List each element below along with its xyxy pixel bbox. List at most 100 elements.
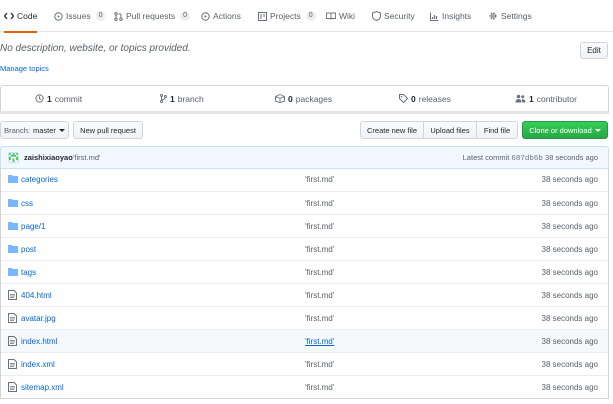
tab-actions[interactable]: Actions (200, 0, 241, 32)
tab-label: Code (17, 10, 38, 21)
file-commit-message[interactable]: 'first.md' (305, 268, 334, 277)
file-name[interactable]: sitemap.xml (21, 383, 64, 392)
folder-icon (8, 221, 18, 231)
commit-sha[interactable]: 687db6b (511, 155, 543, 163)
file-commit-message[interactable]: 'first.md' (305, 291, 334, 300)
file-age: 38 seconds ago (541, 382, 599, 392)
file-commit-message[interactable]: 'first.md' (305, 314, 334, 323)
commit-tease: zaishixiaoyao 'first.md' Latest commit 6… (0, 146, 609, 169)
file-row[interactable]: avatar.jpg 'first.md' 38 seconds ago (1, 306, 608, 329)
numbers-summary: 1 commit 1 branch 0 packages 0 releases … (0, 85, 609, 112)
file-row[interactable]: css 'first.md' 38 seconds ago (1, 191, 608, 214)
package-count: 0 (288, 93, 293, 104)
file-row[interactable]: page/1 'first.md' 38 seconds ago (1, 214, 608, 237)
tab-wiki[interactable]: Wiki (326, 0, 355, 32)
new-pull-request-button[interactable]: New pull request (73, 121, 143, 139)
file-name[interactable]: index.xml (21, 360, 55, 369)
tag-icon (399, 94, 408, 103)
graph-icon (429, 11, 439, 21)
file-age: 38 seconds ago (541, 198, 599, 208)
file-age: 38 seconds ago (541, 221, 599, 231)
tab-issues[interactable]: Issues 0 (53, 0, 106, 32)
commit-message[interactable]: 'first.md' (73, 153, 100, 162)
file-age: 38 seconds ago (541, 336, 599, 346)
tab-label: Projects (270, 11, 301, 21)
folder-icon (8, 267, 18, 277)
tab-label: Pull requests (126, 11, 176, 21)
file-icon (8, 359, 18, 369)
file-row[interactable]: post 'first.md' 38 seconds ago (1, 237, 608, 260)
file-name[interactable]: 404.html (21, 291, 52, 300)
file-icon (8, 382, 18, 392)
manage-topics-link[interactable]: Manage topics (0, 64, 49, 73)
folder-icon (8, 198, 18, 208)
file-row[interactable]: sitemap.xml 'first.md' 38 seconds ago (1, 375, 608, 398)
clone-download-button[interactable]: Clone or download (522, 121, 608, 139)
chevron-down-icon (58, 128, 65, 132)
file-age: 38 seconds ago (541, 175, 599, 184)
clone-label: Clone or download (529, 125, 592, 135)
tab-insights[interactable]: Insights (429, 0, 471, 32)
tab-label: Insights (442, 11, 472, 21)
shield-icon (371, 11, 381, 21)
tab-label: Actions (213, 11, 241, 21)
file-commit-message[interactable]: 'first.md' (305, 337, 334, 346)
tab-settings[interactable]: Settings (488, 0, 532, 32)
file-commit-message[interactable]: 'first.md' (305, 383, 334, 392)
packages-link[interactable]: 0 packages (275, 86, 332, 111)
tab-code[interactable]: Code (4, 0, 38, 33)
gear-icon (488, 11, 498, 21)
chevron-down-icon (594, 128, 601, 132)
avatar[interactable] (8, 152, 19, 163)
file-name[interactable]: tags (21, 268, 36, 277)
tab-projects[interactable]: Projects 0 (257, 0, 316, 32)
tab-counter: 0 (305, 11, 316, 21)
file-name[interactable]: categories (21, 175, 58, 184)
tab-counter: 0 (95, 11, 106, 21)
find-file-button[interactable]: Find file (476, 121, 518, 139)
file-row[interactable]: tags 'first.md' 38 seconds ago (1, 260, 608, 283)
people-icon (515, 94, 526, 103)
branch-select-button[interactable]: Branch: master (0, 121, 69, 139)
folder-icon (8, 174, 18, 184)
file-age: 38 seconds ago (541, 313, 599, 323)
file-name[interactable]: css (21, 199, 33, 208)
file-icon (8, 336, 18, 346)
file-row[interactable]: 404.html 'first.md' 38 seconds ago (1, 283, 608, 306)
file-list: categories 'first.md' 38 seconds ago css… (0, 168, 609, 399)
contributors-link[interactable]: 1 contributor (515, 86, 577, 111)
file-name[interactable]: avatar.jpg (21, 314, 56, 323)
tab-pull-requests[interactable]: Pull requests 0 (113, 0, 191, 32)
releases-link[interactable]: 0 releases (399, 86, 451, 111)
file-name[interactable]: post (21, 245, 36, 254)
commit-author[interactable]: zaishixiaoyao (24, 153, 73, 162)
commits-link[interactable]: 1 commit (35, 86, 82, 111)
file-row[interactable]: categories 'first.md' 38 seconds ago (1, 168, 608, 191)
commit-count: 1 (47, 93, 52, 104)
file-commit-message[interactable]: 'first.md' (305, 245, 334, 254)
file-row[interactable]: index.xml 'first.md' 38 seconds ago (1, 352, 608, 375)
package-label: packages (295, 93, 333, 104)
file-commit-message[interactable]: 'first.md' (305, 360, 334, 369)
file-commit-message[interactable]: 'first.md' (305, 222, 334, 231)
tab-label: Security (384, 11, 415, 21)
issue-icon (53, 11, 63, 21)
create-new-file-button[interactable]: Create new file (360, 121, 424, 139)
upload-files-button[interactable]: Upload files (423, 121, 477, 139)
history-icon (35, 94, 44, 103)
branches-link[interactable]: 1 branch (160, 86, 204, 111)
tab-security[interactable]: Security (371, 0, 415, 32)
file-row[interactable]: index.html 'first.md' 38 seconds ago (1, 329, 608, 352)
file-age: 38 seconds ago (541, 267, 599, 277)
repo-nav-tabs: Code Issues 0 Pull requests 0 Actions Pr… (0, 0, 613, 33)
folder-icon (8, 244, 18, 254)
branch-name: master (32, 125, 56, 135)
file-age: 38 seconds ago (541, 290, 599, 300)
file-age: 38 seconds ago (541, 244, 599, 254)
latest-commit: Latest commit 687db6b 38 seconds ago (463, 153, 598, 163)
file-name[interactable]: page/1 (21, 222, 45, 231)
file-commit-message[interactable]: 'first.md' (305, 199, 334, 208)
file-commit-message[interactable]: 'first.md' (305, 175, 334, 184)
edit-button[interactable]: Edit (580, 42, 608, 59)
file-name[interactable]: index.html (21, 337, 57, 346)
